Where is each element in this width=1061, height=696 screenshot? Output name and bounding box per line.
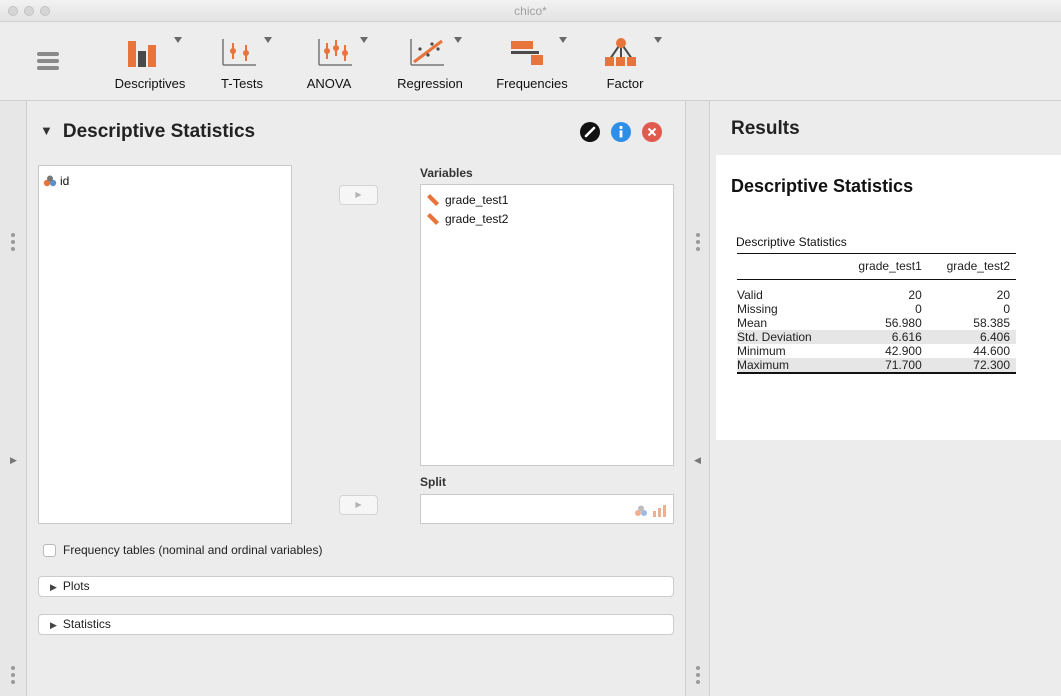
table-row: Mean 56.980 58.385 [737, 316, 1016, 330]
drag-handle-icon[interactable] [696, 233, 700, 254]
statistics-label: Statistics [62, 617, 111, 631]
row-label: Valid [737, 287, 763, 302]
regression-menu-button[interactable]: Regression [390, 35, 470, 97]
frequency-tables-checkbox[interactable] [43, 544, 56, 557]
table-cell: 20 [908, 287, 922, 302]
table-cell: 58.385 [973, 315, 1010, 330]
variable-name: grade_test1 [445, 193, 509, 207]
analysis-options-panel: ▼ Descriptive Statistics id ▶ ▶ Variables [28, 101, 685, 696]
results-header: Results [731, 118, 800, 139]
results-pane: Descriptive Statistics Descriptive Stati… [716, 155, 1061, 440]
drag-handle-icon[interactable] [11, 233, 15, 254]
close-icon [647, 127, 657, 137]
results-title: Descriptive Statistics [731, 176, 914, 196]
factor-menu-button[interactable]: Factor [600, 35, 662, 97]
menu-icon[interactable] [37, 52, 59, 72]
info-button[interactable] [611, 122, 631, 142]
list-item[interactable]: grade_test1 [426, 193, 508, 207]
variables-label: Variables [420, 166, 473, 180]
t-tests-menu-button[interactable]: T-Tests [212, 35, 272, 97]
drag-handle-icon[interactable] [11, 666, 15, 687]
list-item[interactable]: id [43, 174, 69, 188]
collapse-triangle-icon[interactable]: ▼ [40, 123, 53, 138]
table-cell: 56.980 [885, 315, 922, 330]
move-to-split-button[interactable]: ▶ [339, 495, 378, 515]
left-splitter[interactable]: ▶ [0, 101, 27, 696]
table-cell: 42.900 [885, 343, 922, 358]
chevron-down-icon [559, 37, 567, 43]
drag-handle-icon[interactable] [696, 666, 700, 687]
window-title: chico* [514, 4, 547, 18]
plots-section-toggle[interactable]: ▶ Plots [38, 576, 674, 597]
source-variable-list[interactable]: id [38, 165, 292, 524]
row-label: Minimum [737, 343, 786, 358]
anova-icon [318, 39, 352, 66]
middle-splitter[interactable]: ◀ [685, 101, 710, 696]
expand-triangle-icon: ▶ [50, 620, 57, 630]
descriptives-menu-button[interactable]: Descriptives [104, 35, 196, 97]
statistics-section-toggle[interactable]: ▶ Statistics [38, 614, 674, 635]
frequency-tables-label[interactable]: Frequency tables (nominal and ordinal va… [63, 543, 322, 557]
pencil-icon [584, 126, 596, 138]
column-header: grade_test1 [839, 253, 928, 280]
frequencies-label: Frequencies [496, 76, 568, 91]
table-cell: 6.406 [927, 329, 1016, 344]
variables-list[interactable]: grade_test1 grade_test2 [420, 184, 674, 466]
table-row: Maximum 71.700 72.300 [737, 357, 1016, 374]
analysis-title[interactable]: ▼ Descriptive Statistics [40, 121, 255, 143]
chevron-down-icon [654, 37, 662, 43]
info-icon [619, 125, 623, 138]
move-to-variables-button[interactable]: ▶ [339, 185, 378, 205]
anova-menu-button[interactable]: ANOVA [304, 35, 368, 97]
list-item[interactable]: grade_test2 [426, 212, 508, 226]
plots-label: Plots [62, 579, 90, 593]
row-label: Mean [737, 315, 768, 330]
table-row: Std. Deviation 6.616 6.406 [737, 329, 1016, 344]
anova-label: ANOVA [306, 76, 352, 91]
descriptive-statistics-table: grade_test1 grade_test2 Valid 20 20 Miss… [737, 253, 1016, 374]
table-cell: 6.616 [839, 329, 928, 344]
split-list[interactable] [420, 494, 674, 524]
table-caption: Descriptive Statistics [736, 235, 847, 249]
table-cell: 0 [1003, 301, 1010, 316]
t-tests-label: T-Tests [221, 76, 263, 91]
descriptives-label: Descriptives [114, 76, 186, 91]
column-header: grade_test2 [927, 253, 1016, 280]
edit-title-button[interactable] [580, 122, 600, 142]
row-label: Std. Deviation [737, 329, 840, 344]
nominal-ordinal-icon [635, 505, 666, 517]
table-cell: 44.600 [973, 343, 1010, 358]
variable-name: id [60, 174, 70, 188]
chevron-down-icon [174, 37, 182, 43]
scale-variable-icon [427, 194, 439, 206]
chevron-down-icon [264, 37, 272, 43]
expand-arrow-icon[interactable]: ▶ [10, 455, 17, 466]
row-label: Maximum [737, 357, 840, 374]
table-cell: 20 [996, 287, 1010, 302]
column-header [737, 253, 840, 280]
chevron-down-icon [360, 37, 368, 43]
frequencies-menu-button[interactable]: Frequencies [487, 35, 577, 97]
table-row: Minimum 42.900 44.600 [737, 344, 1016, 358]
table-row: Missing 0 0 [737, 302, 1016, 316]
table-cell: 71.700 [839, 357, 928, 374]
expand-triangle-icon: ▶ [50, 582, 57, 592]
split-label: Split [420, 475, 446, 489]
collapse-arrow-icon[interactable]: ◀ [694, 455, 701, 466]
t-test-icon [222, 39, 256, 66]
nominal-variable-icon [43, 175, 57, 187]
window-titlebar: chico* [0, 0, 1061, 22]
analysis-title-text: Descriptive Statistics [62, 121, 256, 142]
chevron-down-icon [454, 37, 462, 43]
table-cell: 0 [915, 301, 922, 316]
table-cell: 72.300 [927, 357, 1016, 374]
ribbon-toolbar: Descriptives T-Tests ANOVA Regression Fr… [0, 22, 1061, 101]
variable-name: grade_test2 [445, 212, 509, 226]
factor-label: Factor [606, 76, 644, 91]
table-row: Valid 20 20 [737, 288, 1016, 302]
row-label: Missing [737, 301, 778, 316]
close-analysis-button[interactable] [642, 122, 662, 142]
regression-label: Regression [397, 76, 463, 91]
scale-variable-icon [427, 213, 439, 225]
